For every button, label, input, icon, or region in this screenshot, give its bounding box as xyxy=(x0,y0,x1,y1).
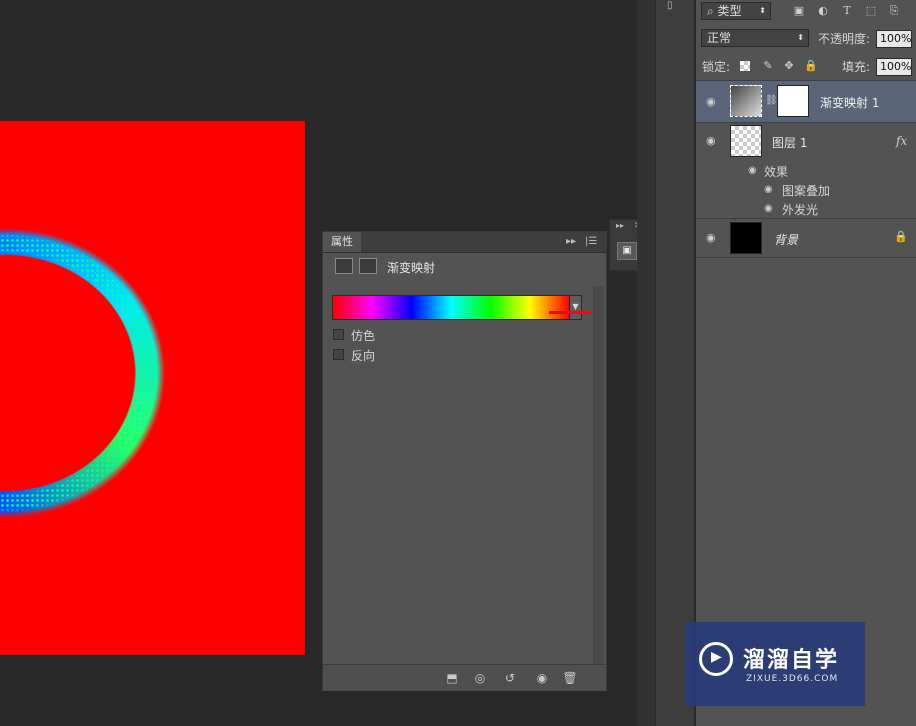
search-icon: ⌕ xyxy=(707,4,718,18)
delete-icon[interactable]: 🗑 xyxy=(561,670,579,686)
eye-icon[interactable]: ◉ xyxy=(748,165,757,176)
lock-icon: 🔒 xyxy=(894,230,908,243)
panel-menu-icon[interactable]: |☰ xyxy=(585,232,597,252)
dither-checkbox[interactable] xyxy=(333,329,344,340)
adjustment-title: 渐变映射 xyxy=(387,261,436,275)
fill-label: 填充: xyxy=(842,60,871,74)
chevron-updown-icon: ⬍ xyxy=(797,33,804,42)
link-icon[interactable]: ⛓ xyxy=(765,95,778,106)
lock-position-icon[interactable]: ✥ xyxy=(782,59,796,73)
layer-name: 背景 xyxy=(774,233,799,247)
dither-label: 仿色 xyxy=(351,329,376,343)
reverse-checkbox[interactable] xyxy=(333,349,344,360)
layers-panel: ⌕ 类型 ⬍ ▣ ◐ T ⬚ ⎘ 正常 ⬍ 不透明度: 100% 锁定: ✎ ✥… xyxy=(695,0,916,726)
red-arrow-annotation xyxy=(549,311,591,314)
smart-object-filter-icon[interactable]: ⎘ xyxy=(887,4,901,18)
visibility-icon[interactable]: ◉ xyxy=(533,670,551,686)
properties-footer: ⬒ ◎ ↺ ◉ 🗑 xyxy=(323,664,606,691)
properties-panel-header: 属性 ▸▸ |☰ xyxy=(323,232,606,253)
view-previous-state-icon[interactable]: ◎ xyxy=(471,670,489,686)
adjustment-thumbnail[interactable] xyxy=(730,85,762,117)
watermark-url: ZIXUE.3D66.COM xyxy=(746,674,839,684)
layer-mask-icon[interactable] xyxy=(359,258,377,274)
properties-tab[interactable]: 属性 xyxy=(323,232,361,252)
gradient-preview-bar[interactable] xyxy=(332,295,570,320)
layer-row-background[interactable]: ◉ 背景 🔒 xyxy=(696,219,916,257)
type-filter-icon[interactable]: T xyxy=(840,4,854,18)
chevron-updown-icon: ⬍ xyxy=(759,6,766,15)
divider xyxy=(696,257,916,258)
adjustment-filter-icon[interactable]: ◐ xyxy=(816,4,830,18)
play-logo-icon: ▶ xyxy=(699,642,733,676)
lock-image-pixels-icon[interactable]: ✎ xyxy=(761,59,775,73)
mask-thumbnail[interactable] xyxy=(777,85,809,117)
collapsed-panel-strip: ▯ xyxy=(655,0,694,726)
effect-pattern-overlay[interactable]: 图案叠加 xyxy=(782,182,830,199)
layer-thumbnail[interactable] xyxy=(730,125,762,157)
properties-panel: 属性 ▸▸ |☰ 渐变映射 ▼ 仿色 反向 ⬒ ◎ ↺ ◉ 🗑 xyxy=(322,231,607,691)
lock-label: 锁定: xyxy=(702,60,731,74)
fx-icon[interactable]: fx xyxy=(896,134,907,148)
eye-icon[interactable]: ◉ xyxy=(764,203,773,214)
effect-outer-glow[interactable]: 外发光 xyxy=(782,201,818,218)
eye-icon[interactable]: ◉ xyxy=(706,135,720,146)
opacity-label: 不透明度: xyxy=(818,32,871,46)
layer-row-gradient-map[interactable]: ◉ ⛓ 渐变映射 1 xyxy=(696,81,916,122)
watermark-title: 溜溜自学 xyxy=(743,648,840,673)
effects-label: 效果 xyxy=(764,165,789,179)
lock-all-icon[interactable]: 🔒 xyxy=(804,59,818,73)
layer-filter-select[interactable]: ⌕ 类型 ⬍ xyxy=(701,2,771,20)
reset-icon[interactable]: ↺ xyxy=(501,670,519,686)
blend-mode-select[interactable]: 正常 ⬍ xyxy=(701,29,809,47)
expand-dock-icon[interactable]: ▸▸ xyxy=(616,216,624,236)
shape-filter-icon[interactable]: ⬚ xyxy=(864,4,878,18)
properties-dock-icon[interactable]: ▣ xyxy=(617,242,637,260)
eye-icon[interactable]: ◉ xyxy=(706,232,720,243)
fill-field[interactable]: 100% xyxy=(876,58,912,76)
play-icon: ▶ xyxy=(711,649,722,665)
lock-transparent-pixels-icon[interactable] xyxy=(740,61,750,71)
eye-icon[interactable]: ◉ xyxy=(764,184,773,195)
ring-pattern-overlay xyxy=(0,228,165,518)
image-filter-icon[interactable]: ▣ xyxy=(792,4,806,18)
collapsed-panel-icon[interactable]: ▯ xyxy=(667,0,673,11)
layer-name: 图层 1 xyxy=(772,136,808,150)
collapse-panel-icon[interactable]: ▸▸ xyxy=(566,232,576,252)
clip-to-layer-icon[interactable]: ⬒ xyxy=(443,670,461,686)
layer-row-layer-1[interactable]: ◉ 图层 1 fx ◉ 效果 ◉ 图案叠加 ◉ 外发光 xyxy=(696,123,916,218)
reverse-label: 反向 xyxy=(351,349,376,363)
properties-scrollbar[interactable] xyxy=(593,286,604,664)
gradient-map-icon xyxy=(335,258,353,274)
opacity-field[interactable]: 100% xyxy=(876,30,912,48)
eye-icon[interactable]: ◉ xyxy=(706,96,720,107)
panel-divider xyxy=(637,0,655,726)
document-canvas[interactable] xyxy=(0,121,305,655)
blend-mode-value: 正常 xyxy=(707,31,732,45)
gradient-dropdown-button[interactable]: ▼ xyxy=(569,295,582,320)
layer-name: 渐变映射 1 xyxy=(820,96,880,110)
watermark-logo: ▶ 溜溜自学 ZIXUE.3D66.COM xyxy=(685,622,865,706)
filter-kind-value: 类型 xyxy=(717,4,742,18)
layer-thumbnail[interactable] xyxy=(730,222,762,254)
